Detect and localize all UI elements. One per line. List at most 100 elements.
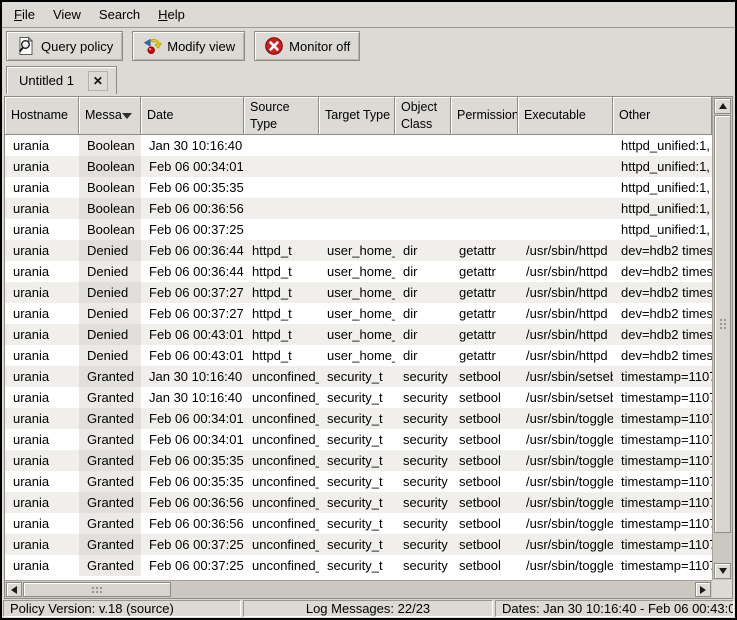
table-row[interactable]: uraniaBooleanFeb 06 00:35:35httpd_unifie… xyxy=(5,177,712,198)
column-header-source-type[interactable]: Source Type xyxy=(244,97,319,135)
column-header-target-type[interactable]: Target Type xyxy=(319,97,395,135)
table-cell: timestamp=11076 xyxy=(613,471,712,492)
menu-item-help[interactable]: Help xyxy=(149,2,194,27)
table-cell: dev=hdb2 timesta xyxy=(613,345,712,366)
tab-close-button[interactable]: ✕ xyxy=(88,71,108,91)
table-cell: httpd_t xyxy=(244,303,319,324)
vertical-scrollbar[interactable] xyxy=(712,97,732,580)
table-cell: unconfined_ xyxy=(244,492,319,513)
table-cell: httpd_unified:1, h xyxy=(613,219,712,240)
table-row[interactable]: uraniaBooleanFeb 06 00:36:56httpd_unifie… xyxy=(5,198,712,219)
table-row[interactable]: uraniaDeniedFeb 06 00:36:44httpd_tuser_h… xyxy=(5,261,712,282)
table-row[interactable]: uraniaDeniedFeb 06 00:43:01httpd_tuser_h… xyxy=(5,324,712,345)
table-frame: HostnameMessaDateSource TypeTarget TypeO… xyxy=(4,96,733,599)
column-header-label: Source Type xyxy=(250,99,315,132)
modify-view-button[interactable]: Modify view xyxy=(132,31,245,61)
column-header-other[interactable]: Other xyxy=(613,97,712,135)
table-cell: /usr/sbin/httpd xyxy=(518,261,613,282)
table-row[interactable]: uraniaBooleanFeb 06 00:34:01httpd_unifie… xyxy=(5,156,712,177)
table-cell: Granted xyxy=(79,366,141,387)
table-cell xyxy=(451,198,518,219)
query-policy-button[interactable]: Query policy xyxy=(6,31,123,61)
scroll-up-button[interactable] xyxy=(714,98,731,114)
table-cell xyxy=(244,135,319,156)
monitor-off-button[interactable]: Monitor off xyxy=(254,31,360,61)
grip-icon xyxy=(92,587,94,589)
table-cell xyxy=(244,156,319,177)
table-row[interactable]: uraniaGrantedFeb 06 00:34:01unconfined_s… xyxy=(5,429,712,450)
column-header-messa[interactable]: Messa xyxy=(79,97,141,135)
menu-item-file[interactable]: File xyxy=(5,2,44,27)
arrow-down-icon xyxy=(719,568,727,574)
table-cell: setbool xyxy=(451,492,518,513)
scroll-down-button[interactable] xyxy=(714,563,731,579)
scroll-left-button[interactable] xyxy=(6,582,22,597)
table-row[interactable]: uraniaGrantedFeb 06 00:37:25unconfined_s… xyxy=(5,555,712,576)
table-row[interactable]: uraniaGrantedFeb 06 00:37:25unconfined_s… xyxy=(5,534,712,555)
column-header-object-class[interactable]: Object Class xyxy=(395,97,451,135)
table-row[interactable]: uraniaDeniedFeb 06 00:37:27httpd_tuser_h… xyxy=(5,303,712,324)
table-cell xyxy=(244,198,319,219)
table-cell: user_home_ xyxy=(319,324,395,345)
arrow-right-icon xyxy=(700,586,706,594)
table-cell: Feb 06 00:36:56 xyxy=(141,513,244,534)
table-cell: Feb 06 00:36:44 xyxy=(141,261,244,282)
table-cell xyxy=(451,219,518,240)
grip-icon xyxy=(720,319,722,321)
table-cell: security_t xyxy=(319,408,395,429)
table-cell: Granted xyxy=(79,492,141,513)
table-body: uraniaBooleanJan 30 10:16:40httpd_unifie… xyxy=(5,135,712,580)
horizontal-scrollbar[interactable] xyxy=(5,580,712,598)
table-cell: Granted xyxy=(79,513,141,534)
table-row[interactable]: uraniaDeniedFeb 06 00:43:01httpd_tuser_h… xyxy=(5,345,712,366)
seaudit-window: FileViewSearchHelp Query policy xyxy=(0,0,737,620)
column-header-hostname[interactable]: Hostname xyxy=(5,97,79,135)
horizontal-scrollbar-thumb[interactable] xyxy=(23,582,171,597)
table-cell: Denied xyxy=(79,240,141,261)
table-cell: security_t xyxy=(319,429,395,450)
table-cell xyxy=(518,135,613,156)
table-cell: Granted xyxy=(79,555,141,576)
table-cell xyxy=(319,135,395,156)
table-cell: httpd_unified:1, h xyxy=(613,177,712,198)
table-cell: Feb 06 00:35:35 xyxy=(141,177,244,198)
table-cell: security xyxy=(395,492,451,513)
arrow-left-icon xyxy=(11,586,17,594)
table-cell: /usr/sbin/httpd xyxy=(518,240,613,261)
table-cell: Granted xyxy=(79,408,141,429)
table-row[interactable]: uraniaBooleanFeb 06 00:37:25httpd_unifie… xyxy=(5,219,712,240)
table-row[interactable]: uraniaBooleanJan 30 10:16:40httpd_unifie… xyxy=(5,135,712,156)
monitor-off-icon xyxy=(264,36,284,56)
vertical-scrollbar-thumb[interactable] xyxy=(714,115,731,533)
table-row[interactable]: uraniaGrantedFeb 06 00:34:01unconfined_s… xyxy=(5,408,712,429)
table-cell: httpd_t xyxy=(244,282,319,303)
table-row[interactable]: uraniaGrantedFeb 06 00:35:35unconfined_s… xyxy=(5,450,712,471)
menu-item-view[interactable]: View xyxy=(44,2,90,27)
modify-view-icon xyxy=(142,36,162,56)
table-row[interactable]: uraniaGrantedFeb 06 00:35:35unconfined_s… xyxy=(5,471,712,492)
table-cell: Denied xyxy=(79,303,141,324)
scroll-right-button[interactable] xyxy=(695,582,711,597)
tab-untitled-1[interactable]: Untitled 1 ✕ xyxy=(6,66,117,94)
table-cell: /usr/sbin/httpd xyxy=(518,282,613,303)
table-row[interactable]: uraniaGrantedFeb 06 00:36:56unconfined_s… xyxy=(5,513,712,534)
column-header-date[interactable]: Date xyxy=(141,97,244,135)
table-cell: urania xyxy=(5,177,79,198)
table-cell: urania xyxy=(5,135,79,156)
table-row[interactable]: uraniaGrantedJan 30 10:16:40unconfined_s… xyxy=(5,387,712,408)
table-cell: timestamp=11076 xyxy=(613,429,712,450)
table-cell xyxy=(395,198,451,219)
table-cell: /usr/sbin/toggle xyxy=(518,492,613,513)
table-row[interactable]: uraniaDeniedFeb 06 00:37:27httpd_tuser_h… xyxy=(5,282,712,303)
table-row[interactable]: uraniaGrantedFeb 06 00:36:56unconfined_s… xyxy=(5,492,712,513)
table-cell: user_home_ xyxy=(319,345,395,366)
column-header-executable[interactable]: Executable xyxy=(518,97,613,135)
table-cell: timestamp=11071 xyxy=(613,387,712,408)
table-cell: security xyxy=(395,387,451,408)
table-row[interactable]: uraniaGrantedJan 30 10:16:40unconfined_s… xyxy=(5,366,712,387)
table-row[interactable]: uraniaDeniedFeb 06 00:36:44httpd_tuser_h… xyxy=(5,240,712,261)
menu-item-search[interactable]: Search xyxy=(90,2,149,27)
table-cell: user_home_ xyxy=(319,240,395,261)
table-cell: Denied xyxy=(79,345,141,366)
column-header-permission[interactable]: Permission xyxy=(451,97,518,135)
